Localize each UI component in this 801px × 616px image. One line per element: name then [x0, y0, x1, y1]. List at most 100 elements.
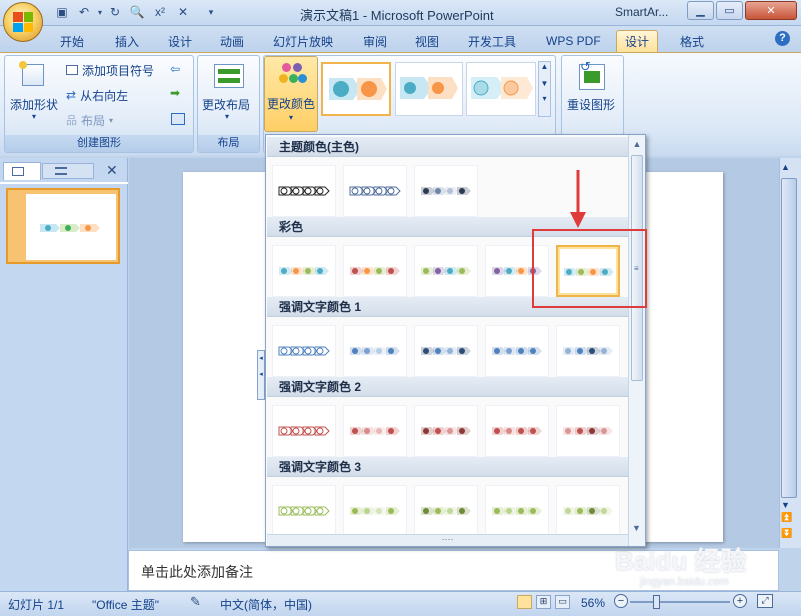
minimize-icon[interactable]: ▁: [687, 1, 714, 20]
layout-label: 布局: [81, 113, 106, 128]
color-option[interactable]: [556, 325, 620, 377]
color-option[interactable]: [414, 325, 478, 377]
color-option[interactable]: [556, 485, 620, 537]
scroll-up-icon[interactable]: ▲: [629, 139, 645, 149]
tab-home[interactable]: 开始: [52, 30, 92, 52]
gallery-scrollbar[interactable]: ▲ ≡ ▼: [628, 135, 645, 546]
color-option[interactable]: [485, 405, 549, 457]
help-icon[interactable]: ?: [775, 31, 790, 46]
zoom-level[interactable]: 56%: [581, 596, 605, 610]
redo-icon[interactable]: ↻: [107, 4, 123, 20]
previous-slide-icon[interactable]: ⏫: [781, 512, 792, 523]
color-option[interactable]: [343, 325, 407, 377]
tab-slides[interactable]: [3, 162, 41, 180]
color-option[interactable]: [556, 405, 620, 457]
reset-graphic-button[interactable]: ↺ 重设图形: [563, 58, 621, 124]
fit-to-window-icon[interactable]: ⤢: [757, 594, 773, 608]
selection-highlight-box: [532, 229, 647, 308]
undo-icon[interactable]: ↶: [76, 4, 92, 20]
tab-animation[interactable]: 动画: [212, 30, 252, 52]
color-option[interactable]: [485, 325, 549, 377]
tab-design-main[interactable]: 设计: [160, 30, 200, 52]
tab-slideshow[interactable]: 幻灯片放映: [265, 30, 341, 52]
tab-developer[interactable]: 开发工具: [460, 30, 524, 52]
zoom-slider-thumb[interactable]: [653, 595, 660, 609]
scroll-thumb[interactable]: [781, 178, 797, 498]
next-slide-icon[interactable]: ⏬: [781, 528, 792, 539]
color-option[interactable]: [272, 405, 336, 457]
text-pane-toggle[interactable]: ◂ ◂: [257, 350, 265, 400]
text-pane-icon[interactable]: [171, 113, 185, 125]
swap-arrows-icon: ⇄: [66, 88, 77, 102]
tab-review[interactable]: 审阅: [355, 30, 395, 52]
tab-wps-pdf[interactable]: WPS PDF: [538, 30, 609, 52]
color-option-preview: [350, 427, 400, 435]
promote-icon[interactable]: ⇦: [170, 62, 180, 76]
tab-outline[interactable]: [42, 163, 94, 179]
color-option[interactable]: [343, 165, 407, 217]
language-indicator[interactable]: 中文(简体，中国): [220, 596, 312, 613]
slide-thumbnail[interactable]: [6, 188, 120, 264]
color-option[interactable]: [272, 485, 336, 537]
slide-sorter-icon[interactable]: ⊞: [536, 595, 551, 609]
add-bullet-button[interactable]: 添加项目符号: [66, 61, 166, 79]
scroll-down-icon[interactable]: ▼: [781, 500, 790, 510]
color-option[interactable]: [272, 325, 336, 377]
add-shape-button[interactable]: 添加形状 ▾: [8, 58, 62, 124]
close-pane-icon[interactable]: ✕: [106, 162, 118, 179]
change-color-button[interactable]: 更改颜色 ▾: [264, 56, 318, 132]
color-option-preview: [421, 347, 471, 355]
spelling-icon[interactable]: x²: [152, 4, 168, 20]
right-to-left-button[interactable]: ⇄ 从右向左: [66, 86, 166, 104]
style-preview-3[interactable]: [466, 62, 536, 116]
style-preview-2[interactable]: [395, 62, 463, 116]
style-preview-1[interactable]: [321, 62, 391, 116]
zoom-in-icon[interactable]: +: [733, 594, 747, 608]
color-option-preview: [492, 507, 542, 515]
color-option[interactable]: [414, 485, 478, 537]
style-preview-graphic: [329, 78, 387, 100]
normal-view-icon[interactable]: [517, 595, 532, 609]
color-option[interactable]: [343, 245, 407, 297]
color-option-preview: [350, 267, 400, 275]
scroll-down-icon[interactable]: ▼: [539, 79, 550, 88]
layout-dropdown-button[interactable]: 品 布局 ▾: [66, 111, 166, 129]
color-option[interactable]: [414, 405, 478, 457]
scroll-up-icon[interactable]: ▲: [781, 162, 790, 172]
spelling-check-icon[interactable]: ✎: [190, 594, 201, 610]
close-window-icon[interactable]: ✕: [745, 1, 797, 20]
tab-view[interactable]: 视图: [407, 30, 447, 52]
zoom-out-icon[interactable]: −: [614, 594, 628, 608]
save-icon[interactable]: ▣: [54, 4, 70, 20]
color-option[interactable]: [414, 245, 478, 297]
color-option[interactable]: [343, 485, 407, 537]
print-preview-icon[interactable]: 🔍: [129, 4, 145, 20]
demote-icon[interactable]: ➡: [170, 86, 180, 100]
color-option[interactable]: [485, 485, 549, 537]
maximize-icon[interactable]: ▭: [716, 1, 743, 20]
gallery-resize-grip[interactable]: ····: [267, 534, 628, 546]
org-chart-icon: 品: [66, 115, 77, 127]
tab-format[interactable]: 格式: [672, 30, 712, 52]
color-option[interactable]: [414, 165, 478, 217]
slide-counter: 幻灯片 1/1: [8, 598, 65, 612]
delete-icon[interactable]: ✕: [175, 4, 191, 20]
slideshow-view-icon[interactable]: ▭: [555, 595, 570, 609]
undo-dropdown-icon[interactable]: ▾: [92, 4, 108, 20]
slides-tab-icon: [12, 167, 24, 176]
contextual-tool-title: SmartAr...: [615, 5, 669, 19]
tab-smartart-design[interactable]: 设计: [616, 30, 659, 52]
color-option[interactable]: [272, 165, 336, 217]
color-option[interactable]: [343, 405, 407, 457]
more-icon[interactable]: ▾: [539, 94, 550, 103]
style-gallery-scroll[interactable]: ▲ ▼ ▾: [538, 61, 551, 117]
change-layout-button[interactable]: 更改布局 ▾: [200, 58, 257, 124]
scroll-down-icon[interactable]: ▼: [629, 523, 644, 533]
scroll-up-icon[interactable]: ▲: [539, 62, 550, 71]
color-option[interactable]: [272, 245, 336, 297]
tab-insert[interactable]: 插入: [107, 30, 147, 52]
zoom-slider-track[interactable]: [630, 601, 730, 603]
office-button[interactable]: [3, 2, 43, 42]
customize-qat-icon[interactable]: ▾: [203, 4, 219, 20]
chevron-down-icon: ▾: [32, 112, 37, 121]
